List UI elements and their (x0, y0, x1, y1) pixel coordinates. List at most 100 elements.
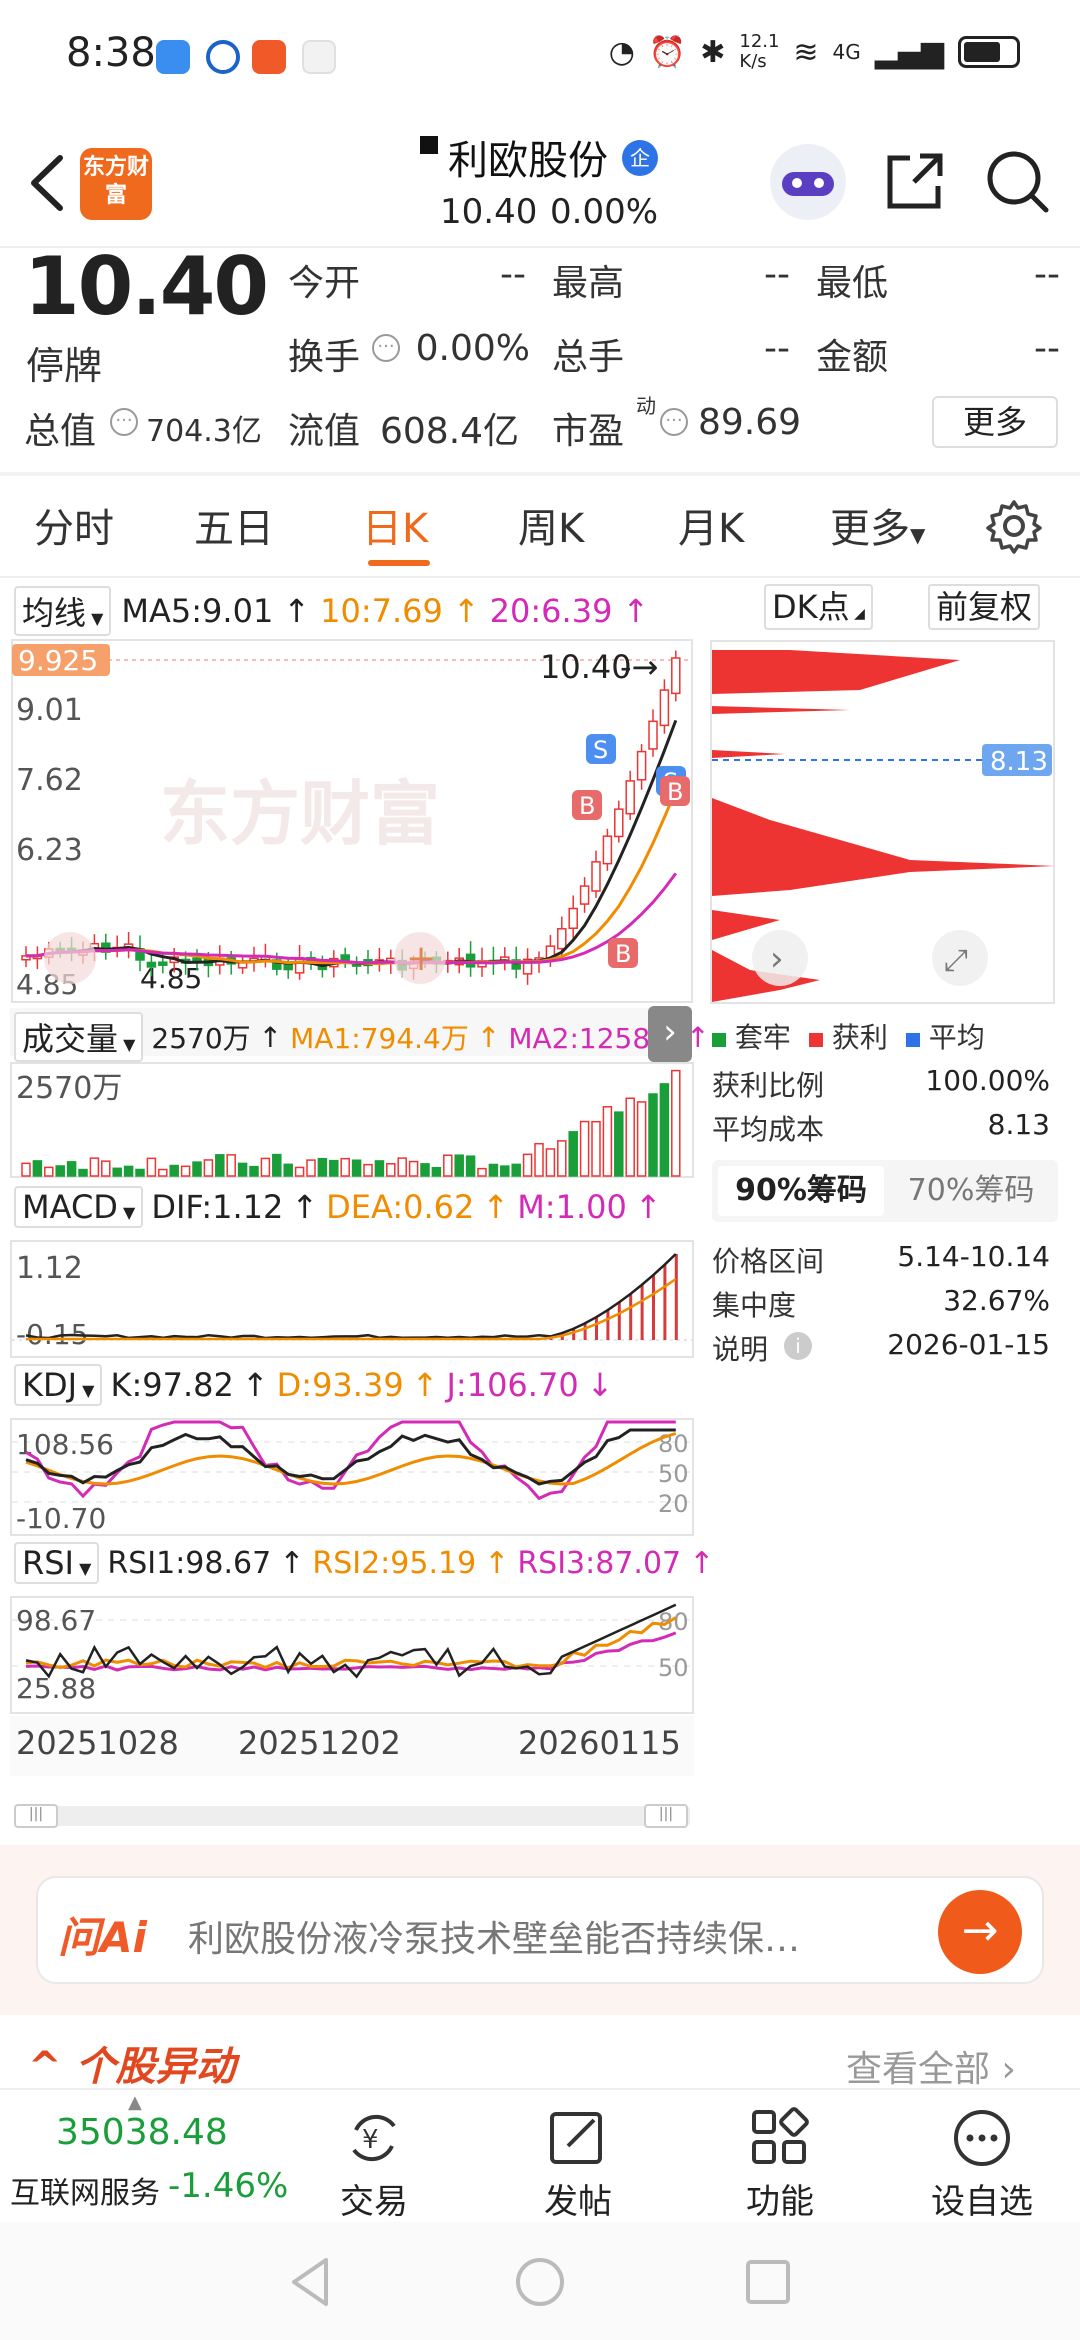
nav-left-icon[interactable] (44, 932, 96, 984)
system-back-icon[interactable] (282, 2252, 342, 2312)
trade-icon[interactable]: ¥ (342, 2106, 406, 2170)
crosshair-plus-icon: + (406, 938, 436, 979)
concentration-label: 集中度 (712, 1289, 797, 1322)
speedometer-icon: ◔ (608, 34, 635, 70)
low-value: -- (1034, 254, 1060, 295)
volume-bar (135, 1168, 145, 1177)
volume-bar (260, 1157, 271, 1177)
info-icon[interactable]: i (784, 1332, 812, 1360)
back-icon[interactable] (20, 148, 80, 218)
tab-daily-k[interactable]: 日K (362, 496, 428, 554)
volume-bar (44, 1166, 54, 1177)
macd-legend: MACD ▼ DIF:1.12 ↑ DEA:0.62 ↑ M:1.00 ↑ (14, 1186, 662, 1228)
chip-distribution-chart[interactable]: 8.13 › ⤢ (710, 640, 1055, 1004)
slider-right-handle[interactable]: ||| (644, 1804, 688, 1828)
pe-info-icon[interactable]: ··· (660, 408, 688, 436)
chip-tab-70[interactable]: 70%筹码 (888, 1166, 1054, 1216)
tab-intraday[interactable]: 分时 (34, 496, 114, 554)
volume-bar (66, 1161, 77, 1177)
volume-bar (351, 1159, 362, 1177)
rsi-dropdown[interactable]: RSI ▼ (14, 1542, 100, 1584)
dk-label: DK点 (772, 588, 850, 626)
nav-functions[interactable]: 功能 (710, 2174, 850, 2223)
rsi-chart: 98.67 25.88 80 50 (10, 1596, 694, 1714)
volume-dropdown[interactable]: 成交量 ▼ (14, 1012, 144, 1062)
rsi-dropdown-label: RSI (22, 1544, 74, 1582)
tab-five-day[interactable]: 五日 (194, 496, 274, 554)
more-info-icon[interactable]: ··· (372, 334, 400, 362)
tab-weekly-k[interactable]: 周K (518, 496, 584, 554)
macd-dea: DEA:0.62 (326, 1188, 475, 1226)
candle (648, 720, 658, 750)
tab-monthly-k[interactable]: 月K (678, 496, 744, 554)
volume-bar (283, 1163, 293, 1177)
volume-bar (306, 1159, 316, 1177)
macd-dropdown[interactable]: MACD ▼ (14, 1186, 144, 1228)
rsi1: RSI1:98.67 (107, 1545, 272, 1581)
settings-gear-icon[interactable] (986, 498, 1042, 554)
volume-value: 2570万 (151, 1022, 251, 1055)
date-label: 20251028 (16, 1724, 179, 1762)
nav-add-watchlist[interactable]: 设自选 (912, 2174, 1052, 2223)
last-price-annotation: 10.40 (540, 648, 632, 686)
volume-bar (21, 1162, 31, 1177)
pe-sup: 动 (636, 394, 656, 418)
add-watchlist-icon[interactable] (950, 2106, 1014, 2170)
section-title-text: 个股异动 (75, 2044, 236, 2090)
info-icon[interactable]: ··· (110, 408, 138, 436)
note-date: 2026-01-15 (887, 1328, 1050, 1361)
volume-ma1: MA1:794.4万 (290, 1022, 469, 1055)
robot-assistant-icon[interactable] (770, 144, 846, 220)
dk-point-button[interactable]: DK点 ◢ (764, 584, 873, 630)
buy-marker-label: B (667, 778, 683, 806)
volume-bar (500, 1165, 510, 1177)
candle (146, 961, 157, 968)
macd-m: M:1.00 (517, 1188, 627, 1226)
search-icon[interactable] (980, 146, 1060, 216)
trading-status: 停牌 (26, 344, 103, 388)
volume-legend: 成交量 ▼ 2570万 ↑ MA1:794.4万 ↑ MA2:1258万 ↑ (14, 1012, 710, 1062)
tab-more[interactable]: 更多▼ (830, 496, 925, 554)
volume-bar (329, 1159, 339, 1177)
rsi3: RSI3:87.07 (517, 1545, 682, 1581)
last-price: 10.40 (24, 240, 269, 333)
index-value[interactable]: 35038.48 (56, 2112, 228, 2153)
share-icon[interactable] (880, 146, 950, 216)
float-value-label: 流值 (288, 411, 361, 452)
kdj-dropdown[interactable]: KDJ ▼ (14, 1364, 103, 1406)
profit-ratio-label: 获利比例 (712, 1069, 825, 1102)
macd-bar (572, 1328, 576, 1340)
chip-tab-90[interactable]: 90%筹码 (718, 1166, 884, 1216)
range-slider[interactable]: ||| ||| (14, 1804, 690, 1828)
kline-chart[interactable]: 东方财富 9.925 9.01 7.62 6.23 4.85 10.40 -→ … (10, 638, 694, 1004)
system-nav-bar (0, 2222, 1080, 2340)
arrow-right-icon[interactable]: → (938, 1890, 1022, 1974)
index-name[interactable]: 互联网服务 (10, 2168, 160, 2212)
concentration-value: 32.67% (943, 1284, 1050, 1317)
profit-ratio-value: 100.00% (925, 1064, 1050, 1097)
functions-grid-icon[interactable] (748, 2106, 812, 2170)
ask-ai-input[interactable]: 利欧股份液冷泵技术壁垒能否持续保… (188, 1910, 800, 1962)
post-icon[interactable] (546, 2106, 610, 2170)
more-quote-button[interactable]: 更多 (932, 396, 1058, 448)
ask-ai-bar[interactable]: 问Ai 利欧股份液冷泵技术壁垒能否持续保… → (36, 1876, 1044, 1984)
adjust-button[interactable]: 前复权 (928, 584, 1041, 630)
date-label: 20251202 (238, 1724, 401, 1762)
kdj-tick: -10.70 (16, 1502, 106, 1535)
nav-trade[interactable]: 交易 (304, 2174, 444, 2223)
macd-bar (629, 1294, 633, 1340)
volume-value: -- (764, 328, 790, 369)
nav-post[interactable]: 发帖 (508, 2174, 648, 2223)
volume-bar (602, 1106, 613, 1177)
slider-left-handle[interactable]: ||| (14, 1804, 58, 1828)
ma-dropdown[interactable]: 均线 ▼ (14, 586, 112, 636)
view-all-link[interactable]: 查看全部 › (846, 2040, 1016, 2092)
expand-panel-icon[interactable]: › (648, 1006, 692, 1062)
system-recents-icon[interactable] (738, 2252, 798, 2312)
ma10-value: 10:7.69 (320, 592, 443, 630)
avg-cost-label: 8.13 (990, 747, 1048, 777)
stock-name[interactable]: 利欧股份 (448, 128, 608, 186)
volume-y-tick: 2570万 (16, 1071, 122, 1106)
volume-bar (636, 1101, 647, 1177)
system-home-icon[interactable] (510, 2252, 570, 2312)
